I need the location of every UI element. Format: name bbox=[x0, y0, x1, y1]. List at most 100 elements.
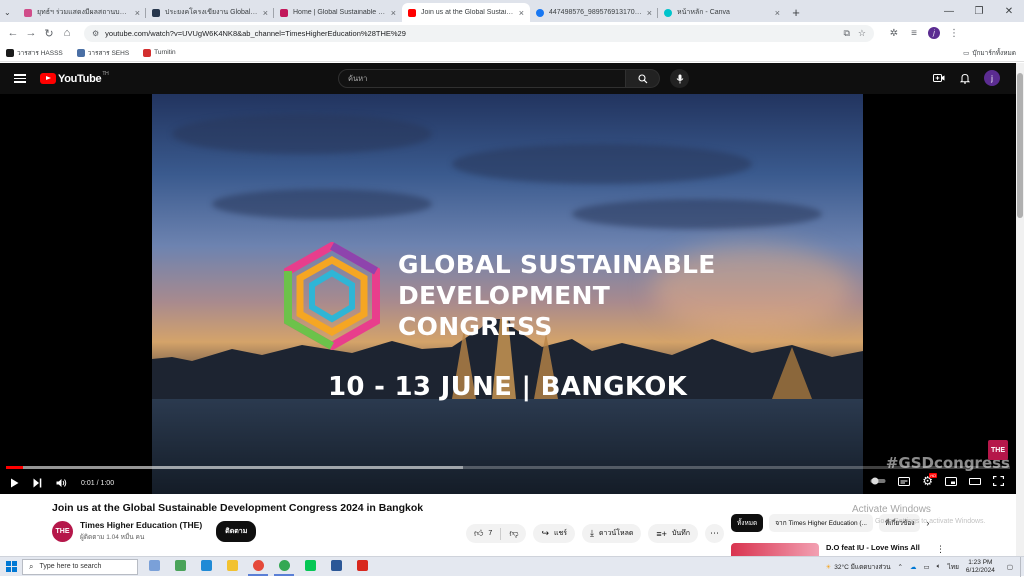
dislike-button[interactable]: 👎︎ bbox=[509, 528, 518, 539]
close-icon[interactable]: × bbox=[135, 8, 140, 18]
bookmark-turnitin[interactable]: Turnitin bbox=[143, 48, 176, 57]
home-icon[interactable]: ⌂ bbox=[58, 27, 76, 39]
site-info-icon[interactable]: ⚙ bbox=[92, 29, 99, 38]
chip-all[interactable]: ทั้งหมด bbox=[731, 514, 764, 532]
taskbar-edge[interactable] bbox=[196, 558, 216, 576]
voice-search-button[interactable] bbox=[670, 69, 689, 88]
taskbar-widgets[interactable] bbox=[144, 558, 164, 576]
share-button[interactable]: ↪ แชร์ bbox=[533, 524, 576, 543]
like-button[interactable]: 👍︎ 7 bbox=[474, 528, 492, 539]
thumbs-down-icon: 👎︎ bbox=[509, 528, 519, 538]
start-button[interactable] bbox=[0, 561, 22, 572]
all-bookmarks-button[interactable]: ▭ บุ๊กมาร์กทั้งหมด bbox=[963, 48, 1016, 58]
account-avatar[interactable]: j bbox=[984, 70, 1000, 86]
channel-watermark[interactable]: THE bbox=[988, 440, 1008, 460]
tab-title: หน้าหลัก - Canva bbox=[677, 9, 730, 16]
close-icon[interactable]: × bbox=[647, 8, 652, 18]
download-button[interactable]: ⤓ ดาวน์โหลด bbox=[582, 524, 642, 543]
install-icon[interactable]: ⧉ bbox=[843, 28, 849, 39]
bookmark-hasss[interactable]: วารสาร HASSS bbox=[6, 48, 63, 58]
search-input[interactable]: ค้นหา bbox=[338, 69, 626, 88]
minimize-icon[interactable]: — bbox=[934, 0, 964, 22]
bookmark-sehs[interactable]: วารสาร SEHS bbox=[76, 48, 129, 58]
weather-widget[interactable]: ☀ 32°C มีแดดบางส่วน bbox=[825, 562, 890, 572]
star-icon[interactable]: ☆ bbox=[858, 28, 866, 39]
miniplayer-button[interactable] bbox=[945, 476, 957, 486]
youtube-logo[interactable]: YouTube TH bbox=[40, 71, 109, 85]
activate-windows-watermark: Activate Windows bbox=[852, 504, 931, 515]
language-indicator[interactable]: ไทย bbox=[948, 562, 959, 572]
video-player[interactable]: GLOBAL SUSTAINABLE DEVELOPMENT CONGRESS … bbox=[0, 94, 1016, 494]
notifications-bell-icon[interactable] bbox=[952, 73, 978, 84]
settings-button[interactable]: ⚙ HD bbox=[922, 473, 937, 487]
taskbar-word[interactable] bbox=[326, 558, 346, 576]
create-video-icon[interactable] bbox=[926, 73, 952, 83]
back-arrow-icon[interactable]: ← bbox=[4, 27, 22, 39]
tab-5[interactable]: หน้าหลัก - Canva × bbox=[658, 3, 786, 22]
network-icon[interactable]: ▭ bbox=[923, 563, 929, 571]
restore-icon[interactable]: ❐ bbox=[964, 0, 994, 22]
close-icon[interactable]: × bbox=[391, 8, 396, 18]
chevron-up-icon[interactable]: ⌃ bbox=[898, 563, 903, 571]
taskbar-file-explorer[interactable] bbox=[222, 558, 242, 576]
close-icon[interactable]: × bbox=[519, 8, 524, 18]
fullscreen-button[interactable] bbox=[993, 476, 1004, 486]
search-button[interactable] bbox=[626, 69, 660, 88]
tab-search-button[interactable]: ⌄ bbox=[0, 3, 18, 22]
next-button[interactable] bbox=[33, 478, 42, 488]
tab-4[interactable]: 447498576_989576913170141... × bbox=[530, 3, 658, 22]
new-tab-button[interactable]: + bbox=[786, 3, 806, 22]
play-button[interactable] bbox=[10, 478, 19, 488]
onedrive-icon[interactable]: ☁ bbox=[910, 563, 917, 571]
volume-button[interactable] bbox=[56, 478, 67, 488]
recommended-title[interactable]: D.O feat IU - Love Wins All bbox=[826, 543, 920, 557]
toggle-icon bbox=[870, 477, 886, 485]
channel-name[interactable]: Times Higher Education (THE) bbox=[80, 520, 202, 530]
hamburger-menu-icon[interactable] bbox=[14, 72, 26, 85]
taskbar-chrome[interactable] bbox=[248, 558, 268, 576]
channel-avatar[interactable]: THE bbox=[52, 520, 73, 542]
url-field[interactable]: ⚙ youtube.com/watch?v=UVUgW6K4NK8&ab_cha… bbox=[84, 24, 874, 42]
close-icon[interactable]: × bbox=[263, 8, 268, 18]
tab-3-active[interactable]: Join us at the Global Sustainab... × bbox=[402, 3, 530, 22]
taskbar-task-view[interactable] bbox=[170, 558, 190, 576]
media-queue-icon[interactable]: ≡ bbox=[904, 28, 924, 39]
volume-icon bbox=[56, 479, 67, 487]
autoplay-toggle[interactable] bbox=[870, 477, 886, 485]
page-scrollbar[interactable] bbox=[1016, 63, 1024, 556]
scrollbar-thumb[interactable] bbox=[1017, 73, 1023, 218]
taskbar-acrobat[interactable] bbox=[352, 558, 372, 576]
bookmark-icon bbox=[143, 48, 152, 57]
event-dates: 10 - 13 JUNE | BANGKOK bbox=[327, 372, 688, 402]
more-actions-button[interactable]: ⋯ bbox=[705, 524, 725, 543]
notification-icon[interactable]: ▢ bbox=[1007, 563, 1013, 571]
speaker-icon[interactable]: 🔈︎ bbox=[937, 563, 941, 571]
forward-arrow-icon[interactable]: → bbox=[22, 27, 40, 39]
profile-button[interactable]: j bbox=[924, 27, 944, 40]
extensions-icon[interactable]: ✲ bbox=[884, 28, 904, 39]
tab-2[interactable]: Home | Global Sustainable Dev... × bbox=[274, 3, 402, 22]
subtitles-button[interactable] bbox=[898, 476, 911, 486]
taskbar-line[interactable] bbox=[300, 558, 320, 576]
hd-badge: HD bbox=[929, 473, 937, 478]
show-desktop-button[interactable] bbox=[1020, 557, 1024, 577]
clock[interactable]: 1:23 PM 6/12/2024 bbox=[966, 559, 995, 575]
close-window-icon[interactable]: ✕ bbox=[994, 0, 1024, 22]
video-frame[interactable]: GLOBAL SUSTAINABLE DEVELOPMENT CONGRESS … bbox=[152, 94, 863, 494]
menu-dots-icon[interactable]: ⋮ bbox=[944, 28, 964, 39]
tab-1[interactable]: ประยงคโครงเขียงาน Global Sustaina... × bbox=[146, 3, 274, 22]
chip-from-channel[interactable]: จาก Times Higher Education (... bbox=[769, 514, 873, 532]
taskbar-search-box[interactable]: ⌕ Type here to search bbox=[22, 558, 138, 575]
close-icon[interactable]: × bbox=[775, 8, 780, 18]
taskbar-chrome-profile[interactable] bbox=[274, 558, 294, 576]
theater-mode-button[interactable] bbox=[969, 477, 981, 486]
recommended-menu-icon[interactable]: ⋮ bbox=[936, 544, 945, 555]
share-arrow-icon: ↪ bbox=[541, 528, 549, 538]
recommended-thumbnail[interactable] bbox=[731, 543, 819, 557]
progress-bar[interactable] bbox=[6, 466, 1010, 469]
subscribe-button[interactable]: ติดตาม bbox=[216, 520, 257, 542]
recommended-video[interactable]: D.O feat IU - Love Wins All bbox=[731, 543, 920, 557]
reload-icon[interactable]: ↻ bbox=[40, 27, 58, 40]
tab-0[interactable]: ยุทธ์ฯ ร่วมแสดงมีผลสถานบอฟงำน... × bbox=[18, 3, 146, 22]
save-button[interactable]: ≡+ บันทึก bbox=[648, 524, 699, 543]
